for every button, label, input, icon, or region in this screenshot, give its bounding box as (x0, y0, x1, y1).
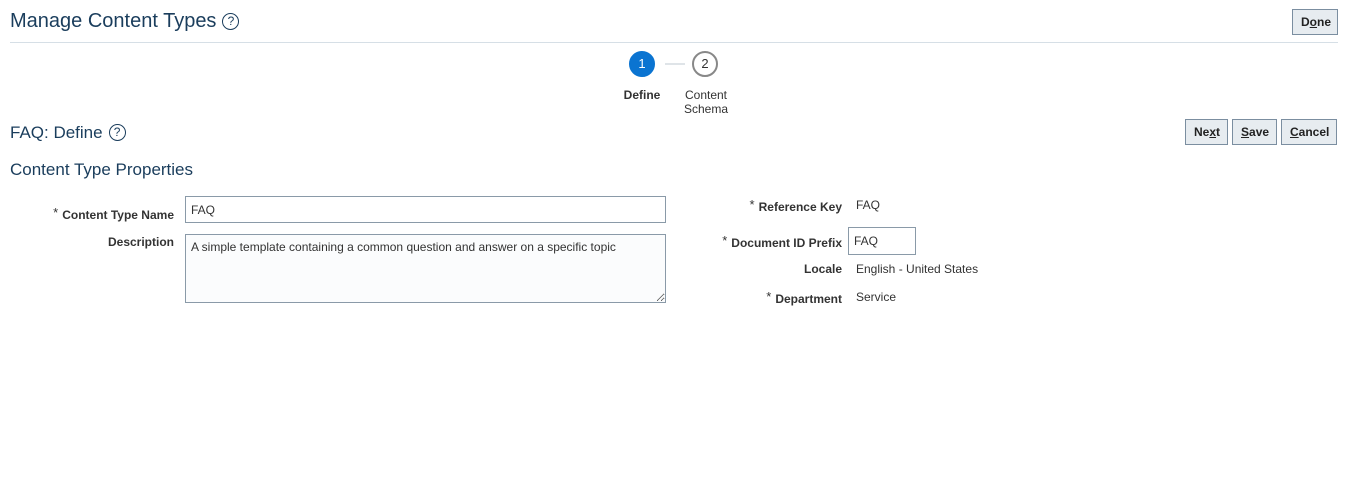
department-label: * Department (600, 289, 842, 306)
next-label-a: Ne (1194, 125, 1210, 139)
cancel-button[interactable]: Cancel (1281, 119, 1337, 145)
content-type-name-input[interactable] (185, 196, 666, 223)
required-marker: * (766, 289, 772, 304)
label-text: Reference Key (758, 200, 842, 214)
help-icon[interactable]: ? (222, 13, 240, 30)
done-button[interactable]: Done (1292, 9, 1338, 35)
label-text: Department (775, 292, 842, 306)
cancel-accesskey: C (1290, 125, 1299, 139)
properties-title: Content Type Properties (10, 160, 194, 179)
content-type-name-label: * Content Type Name (0, 205, 174, 222)
document-id-prefix-input[interactable] (848, 227, 916, 255)
step-2-label-line2: Schema (683, 102, 729, 116)
train-step-1[interactable]: 1 (629, 51, 655, 77)
done-accesskey: o (1309, 15, 1318, 29)
header-divider (10, 42, 1338, 43)
required-marker: * (722, 233, 728, 248)
description-label: Description (107, 235, 174, 249)
section-title-text: FAQ: Define (10, 123, 103, 142)
train-step-1-label: Define (623, 88, 661, 102)
reference-key-label: * Reference Key (600, 197, 842, 214)
train-connector (665, 63, 685, 65)
train-step-2-label: Content Schema (676, 88, 736, 116)
next-label-b: t (1216, 125, 1221, 139)
cancel-label: ancel (1298, 125, 1330, 139)
section-title: FAQ: Define? (10, 123, 126, 143)
save-button[interactable]: Save (1232, 119, 1277, 145)
done-label-b: ne (1317, 15, 1332, 29)
label-text: Content Type Name (62, 208, 174, 222)
locale-value: English - United States (856, 262, 979, 276)
done-label-a: D (1301, 15, 1310, 29)
required-marker: * (53, 205, 59, 220)
department-value: Service (856, 290, 897, 304)
required-marker: * (749, 197, 755, 212)
step-2-label-line1: Content (684, 88, 728, 102)
save-label: ave (1249, 125, 1270, 139)
description-textarea[interactable]: A simple template containing a common qu… (185, 234, 666, 303)
page-title: Manage Content Types? (10, 10, 240, 33)
help-icon[interactable]: ? (108, 124, 126, 141)
document-id-prefix-label: * Document ID Prefix (600, 233, 842, 250)
next-button[interactable]: Next (1185, 119, 1228, 145)
save-accesskey: S (1241, 125, 1250, 139)
label-text: Document ID Prefix (731, 236, 842, 250)
reference-key-value: FAQ (856, 198, 881, 212)
locale-label: Locale (803, 262, 842, 276)
page-title-text: Manage Content Types (10, 10, 217, 32)
train-step-2[interactable]: 2 (692, 51, 718, 77)
